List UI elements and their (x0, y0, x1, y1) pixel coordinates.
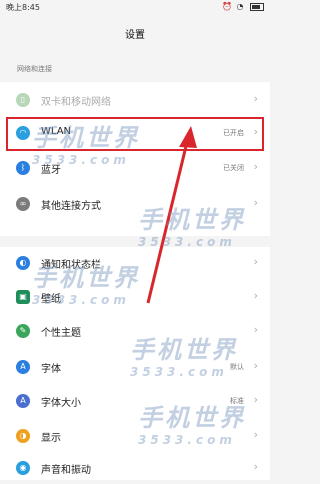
status-time: 晚上8:45 (6, 3, 40, 12)
chevron-right-icon: › (253, 323, 258, 336)
watermark: 手机世界 3533.com (138, 200, 246, 249)
watermark-text: 手机世界 (138, 404, 246, 432)
chevron-right-icon: › (253, 428, 258, 441)
watermark: 手机世界 3533.com (32, 258, 140, 307)
page-title: 设置 (125, 30, 145, 41)
wifi-status-icon: ◔ (236, 2, 245, 11)
watermark: 手机世界 3533.com (130, 330, 238, 379)
font-size-icon: A (16, 394, 30, 408)
font-icon: A (16, 360, 30, 374)
bluetooth-icon: ᛒ (16, 161, 30, 175)
settings-row-sound[interactable]: ◉ 声音和振动 › (0, 452, 270, 484)
chevron-right-icon: › (253, 196, 258, 209)
link-icon: ∞ (16, 197, 30, 211)
notification-icon: ◐ (16, 256, 30, 270)
chevron-right-icon: › (253, 92, 258, 105)
alarm-icon: ⏰ (221, 2, 233, 11)
chevron-right-icon: › (253, 393, 258, 406)
sim-card-icon: ▯ (16, 93, 30, 107)
watermark-sub: 3533.com (138, 433, 236, 447)
chevron-right-icon: › (253, 289, 258, 302)
watermark-sub: 3533.com (130, 365, 228, 379)
watermark-sub: 3533.com (32, 153, 130, 167)
watermark-text: 手机世界 (32, 264, 140, 292)
watermark-sub: 3533.com (138, 235, 236, 249)
row-label: 双卡和移动网络 (41, 97, 111, 108)
row-label: 其他连接方式 (41, 201, 101, 212)
theme-icon: ✎ (16, 324, 30, 338)
watermark-text: 手机世界 (32, 124, 140, 152)
watermark: 手机世界 3533.com (138, 398, 246, 447)
chevron-right-icon: › (253, 255, 258, 268)
row-value: 已关闭 (223, 164, 244, 172)
battery-icon (250, 2, 264, 11)
wallpaper-icon: ▣ (16, 290, 30, 304)
watermark-sub: 3533.com (32, 293, 130, 307)
row-label: 字体 (41, 364, 61, 375)
status-bar: 晚上8:45 ⏰ ◔ (0, 0, 270, 14)
row-label: 显示 (41, 433, 61, 444)
row-label: 声音和振动 (41, 465, 91, 476)
watermark: 手机世界 3533.com (32, 118, 140, 167)
chevron-right-icon: › (253, 460, 258, 473)
sound-icon: ◉ (16, 461, 30, 475)
chevron-right-icon: › (253, 359, 258, 372)
settings-row-dual-sim[interactable]: ▯ 双卡和移动网络 › (0, 84, 270, 116)
chevron-right-icon: › (253, 160, 258, 173)
row-label: 字体大小 (41, 398, 81, 409)
section-header: 网络和连接 (17, 65, 52, 73)
watermark-text: 手机世界 (138, 206, 246, 234)
display-icon: ◑ (16, 429, 30, 443)
watermark-text: 手机世界 (130, 336, 238, 364)
row-label: 个性主题 (41, 328, 81, 339)
status-icons: ⏰ ◔ (222, 2, 264, 11)
